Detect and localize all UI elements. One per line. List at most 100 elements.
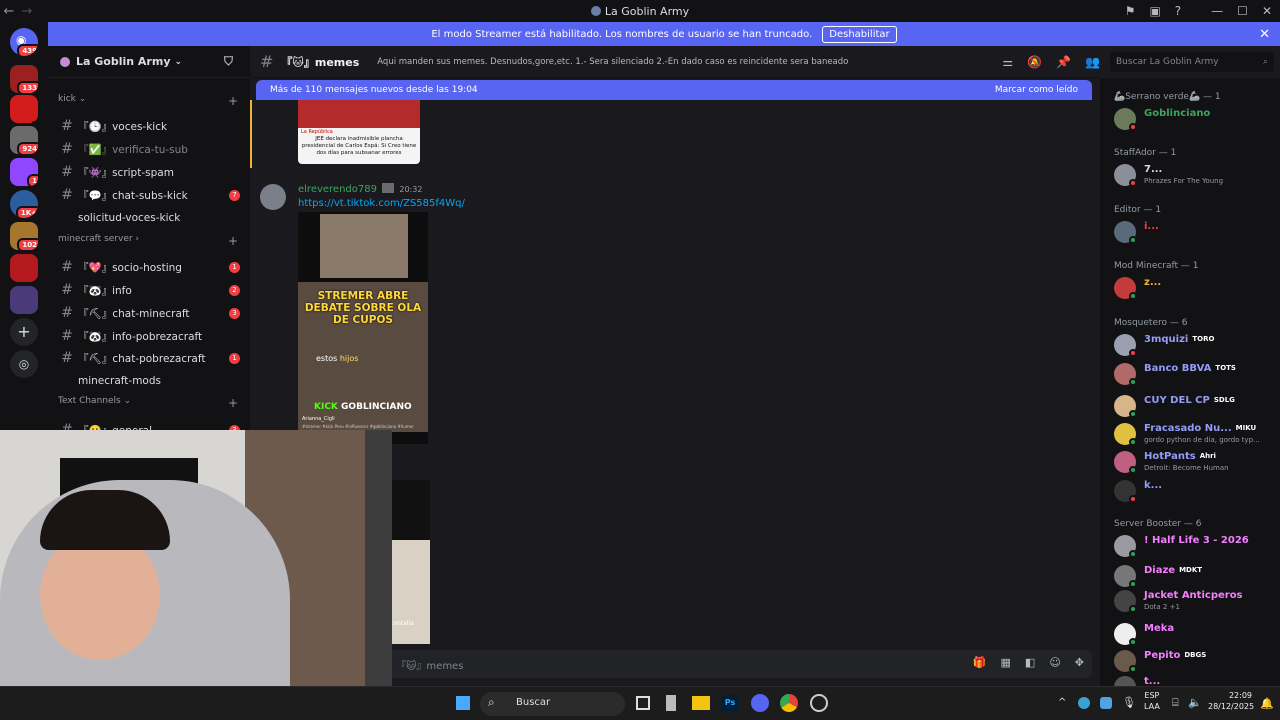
guild-header[interactable]: La Goblin Army ⌄ ⛉ — [48, 46, 250, 78]
direct-messages-icon[interactable]: ◉ 439 — [10, 28, 38, 56]
server-badge — [32, 121, 38, 123]
file-explorer-icon[interactable] — [692, 696, 710, 710]
member-item[interactable]: HotPants Ahri Detroit: Become Human — [1114, 451, 1274, 477]
close-icon[interactable]: ✕ — [1259, 27, 1270, 42]
channel-item[interactable]: # 『⛏』chat-minecraft 3 — [56, 303, 244, 323]
category-kick[interactable]: kick ⌄ + — [58, 94, 238, 108]
pin-icon[interactable]: 📌 — [1056, 55, 1071, 69]
channel-item[interactable]: # 『🐼』info 2 — [56, 280, 244, 300]
second-video[interactable]: contalla — [390, 480, 430, 644]
channel-item[interactable]: # 『👾』script-spam — [56, 162, 244, 182]
channel-item[interactable]: # 『💬』chat-subs-kick 7 — [56, 185, 244, 205]
avatar[interactable] — [260, 184, 286, 210]
add-channel-icon[interactable]: + — [228, 94, 238, 108]
channel-label: minecraft-mods — [78, 375, 161, 387]
discord-taskbar-icon[interactable] — [751, 694, 769, 712]
twitch-server-icon[interactable]: 1 — [10, 158, 38, 186]
member-item[interactable]: Meka — [1114, 623, 1274, 649]
channel-item[interactable]: # 『🕒』voces-kick — [56, 116, 244, 136]
channel-item[interactable]: # 『⛏』chat-pobrezacraft 1 — [56, 348, 244, 368]
member-item[interactable]: i... — [1114, 221, 1274, 247]
invite-icon[interactable]: ⛉ — [224, 54, 233, 69]
status-dot — [1129, 665, 1137, 673]
subtitle-part-b: hijos — [339, 354, 359, 363]
mark-read-button[interactable]: Marcar como leído — [995, 85, 1078, 95]
server-icon[interactable]: 1K+ — [10, 190, 38, 218]
member-item[interactable]: Goblinciano — [1114, 108, 1274, 134]
video-thumbnail-top — [320, 214, 408, 278]
channel-item[interactable]: solicitud-voces-kick — [56, 208, 244, 228]
start-icon[interactable] — [456, 696, 470, 710]
search-input[interactable]: Buscar La Goblin Army ⌕ — [1110, 52, 1274, 72]
news-image[interactable]: La República JEE declara inadmisible pla… — [298, 100, 420, 164]
sticker-icon[interactable]: ◧ — [1025, 656, 1035, 669]
category-text-channels[interactable]: Text Channels ⌄ + — [58, 396, 238, 410]
clock[interactable]: 22:09 28/12/2025 — [1208, 690, 1254, 712]
server-icon[interactable]: 102 — [10, 222, 38, 250]
photoshop-icon[interactable]: Ps — [722, 695, 738, 711]
help-icon[interactable]: ? — [1175, 4, 1181, 18]
notifications-muted-icon[interactable]: 🔕 — [1027, 55, 1042, 69]
discover-icon[interactable]: ◎ — [10, 350, 38, 378]
member-list-icon[interactable]: 👥 — [1085, 55, 1100, 69]
tiktok-video[interactable]: STREMER ABRE DEBATE SOBRE OLA DE CUPOS e… — [298, 212, 428, 444]
member-item[interactable]: z... — [1114, 277, 1274, 303]
disable-streamer-button[interactable]: Deshabilitar — [822, 25, 897, 43]
emoji-icon[interactable]: ☺ — [1049, 656, 1060, 669]
search-icon: ⌕ — [488, 695, 495, 709]
server-icon[interactable]: 924 — [10, 126, 38, 154]
inbox-flag-icon[interactable]: ⚑ — [1125, 4, 1136, 18]
chrome-icon[interactable] — [780, 694, 798, 712]
member-item[interactable]: ! Half Life 3 - 2026 — [1114, 535, 1274, 561]
minimize-button[interactable]: — — [1211, 4, 1223, 18]
gift-icon[interactable]: 🎁 — [973, 656, 987, 669]
new-messages-bar[interactable]: Más de 110 mensajes nuevos desde las 19:… — [256, 80, 1092, 100]
mic-icon[interactable]: 🎙 — [1122, 696, 1136, 709]
channel-item[interactable]: # 『💖』socio-hosting 1 — [56, 257, 244, 277]
close-window-button[interactable]: ✕ — [1262, 4, 1272, 18]
member-item[interactable]: Fracasado Nu... MIKU gordo python de dia, … — [1114, 423, 1274, 449]
forward-icon[interactable]: → — [18, 4, 36, 19]
notifications-icon[interactable]: 🔔 — [1260, 697, 1274, 710]
back-icon[interactable]: ← — [0, 4, 18, 19]
server-icon[interactable]: 133 — [10, 65, 38, 93]
language-indicator[interactable]: ESP LAA — [1144, 690, 1160, 712]
member-item[interactable]: 3mquizi TORO — [1114, 334, 1274, 360]
category-minecraft[interactable]: minecraft server › + — [58, 234, 238, 248]
member-item[interactable]: Jacket Anticperos Dota 2 +1 — [1114, 590, 1274, 616]
gif-icon[interactable]: ▦ — [1001, 656, 1011, 669]
network-icon[interactable]: ⌸ — [1172, 696, 1179, 710]
tray-chevron-icon[interactable]: ^ — [1058, 697, 1066, 708]
member-item[interactable]: Pepito DBGS — [1114, 650, 1274, 676]
member-item[interactable]: 7... Phrazes For The Young — [1114, 164, 1274, 190]
volume-icon[interactable]: 🔈 — [1188, 696, 1202, 709]
member-item[interactable]: Diaze MDKT — [1114, 565, 1274, 591]
app-icon[interactable] — [810, 694, 828, 712]
app-icon[interactable] — [666, 695, 676, 711]
member-name-text: Jacket Anticperos — [1144, 590, 1243, 601]
channel-item[interactable]: # 『🐼』info-pobrezacraft — [56, 326, 244, 346]
server-icon[interactable] — [10, 95, 38, 123]
maximize-button[interactable]: ☐ — [1237, 4, 1248, 18]
server-icon[interactable] — [10, 254, 38, 282]
channel-topic[interactable]: Aqui manden sus memes. Desnudos,gore,etc… — [377, 57, 848, 67]
tiktok-link[interactable]: https://vt.tiktok.com/ZS585f4Wq/ — [298, 198, 465, 209]
member-item[interactable]: k... — [1114, 480, 1274, 506]
member-item[interactable]: Banco BBVA TOTS — [1114, 363, 1274, 389]
add-channel-icon[interactable]: + — [228, 396, 238, 410]
add-server-icon[interactable]: + — [10, 318, 38, 346]
status-dot — [1129, 378, 1137, 386]
threads-icon[interactable]: ⚌ — [1002, 55, 1013, 69]
message-author[interactable]: elreverendo789 — [298, 184, 377, 195]
member-item[interactable]: CUY DEL CP SDLG — [1114, 395, 1274, 421]
screen-icon[interactable]: ▣ — [1149, 4, 1160, 18]
taskbar-search[interactable]: ⌕ Buscar — [480, 692, 625, 716]
tray-icon[interactable] — [1100, 697, 1112, 709]
apps-icon[interactable]: ✥ — [1075, 656, 1084, 669]
server-icon[interactable] — [10, 286, 38, 314]
tray-icon[interactable] — [1078, 697, 1090, 709]
channel-item[interactable]: # 『✅』verifica-tu-sub — [56, 139, 244, 159]
add-channel-icon[interactable]: + — [228, 234, 238, 248]
task-view-icon[interactable] — [636, 696, 650, 710]
channel-item[interactable]: minecraft-mods — [56, 371, 244, 391]
